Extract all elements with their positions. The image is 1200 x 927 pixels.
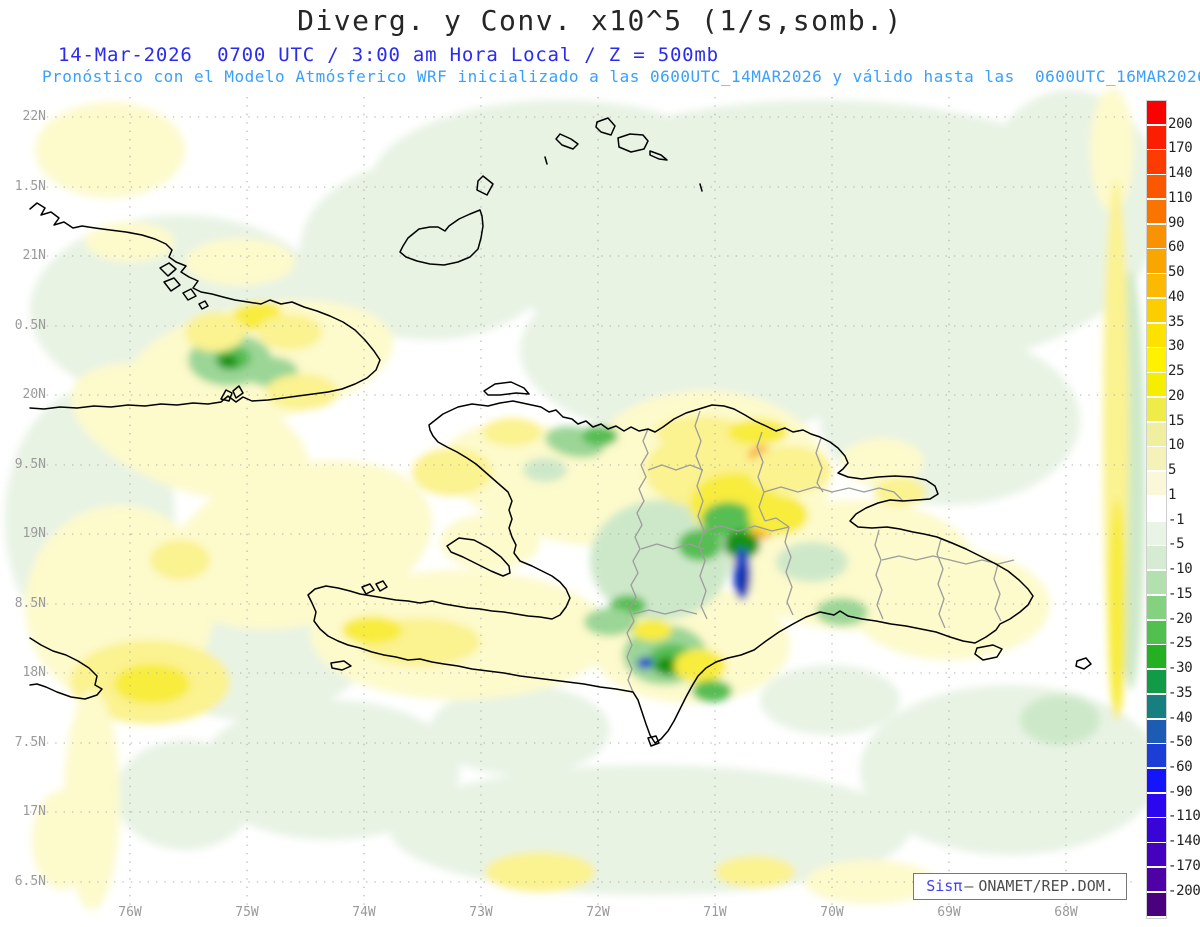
colorbar-segment: [1147, 521, 1166, 545]
colorbar-segment: [1147, 793, 1166, 817]
colorbar-segment: [1147, 867, 1166, 892]
lon-label: 70W: [820, 905, 844, 920]
colorbar: [1146, 100, 1167, 919]
colorbar-labels: 200 170 140 110 90 60 50 40 35 30 25 20 15 10 5 1 -1 -5 -1…: [1168, 0, 1200, 927]
colorbar-segment: [1147, 472, 1166, 496]
colorbar-segment: [1147, 571, 1166, 595]
colorbar-tick-label: 200: [1168, 115, 1193, 132]
colorbar-segment: [1147, 620, 1166, 644]
colorbar-tick-label: -30: [1168, 660, 1193, 677]
colorbar-segment: [1147, 199, 1166, 224]
colorbar-tick-label: -10: [1168, 561, 1193, 578]
colorbar-tick-label: 1: [1168, 486, 1177, 503]
colorbar-segment: [1147, 249, 1166, 273]
colorbar-tick-label: -35: [1168, 684, 1193, 701]
colorbar-segment: [1147, 298, 1166, 323]
colorbar-tick-label: 25: [1168, 363, 1185, 380]
colorbar-tick-label: -110: [1168, 808, 1200, 825]
colorbar-tick-label: -20: [1168, 610, 1193, 627]
credit-box: Sisπ — ONAMET/REP.DOM.: [913, 873, 1127, 900]
colorbar-segment: [1147, 768, 1166, 793]
colorbar-segment: [1147, 274, 1166, 298]
lon-label: 68W: [1054, 905, 1078, 920]
colorbar-tick-label: -15: [1168, 585, 1193, 602]
colorbar-tick-label: 110: [1168, 189, 1193, 206]
colorbar-segment: [1147, 125, 1166, 149]
colorbar-segment: [1147, 101, 1166, 125]
colorbar-tick-label: 60: [1168, 239, 1185, 256]
colorbar-tick-label: -50: [1168, 734, 1193, 751]
colorbar-tick-label: 90: [1168, 214, 1185, 231]
lon-label: 69W: [937, 905, 961, 920]
colorbar-segment: [1147, 397, 1166, 421]
colorbar-segment: [1147, 892, 1166, 916]
colorbar-segment: [1147, 422, 1166, 446]
colorbar-segment: [1147, 373, 1166, 397]
colorbar-segment: [1147, 645, 1166, 669]
colorbar-segment: [1147, 348, 1166, 372]
colorbar-tick-label: 5: [1168, 462, 1177, 479]
colorbar-tick-label: -25: [1168, 635, 1193, 652]
colorbar-segment: [1147, 150, 1166, 174]
colorbar-tick-label: -170: [1168, 857, 1200, 874]
colorbar-tick-label: -200: [1168, 882, 1200, 899]
colorbar-segment: [1147, 818, 1166, 842]
colorbar-tick-label: 10: [1168, 437, 1185, 454]
colorbar-segment: [1147, 496, 1166, 520]
lon-label: 73W: [469, 905, 493, 920]
colorbar-tick-label: -1: [1168, 511, 1185, 528]
colorbar-segment: [1147, 719, 1166, 743]
colorbar-tick-label: 20: [1168, 387, 1185, 404]
lon-label: 71W: [703, 905, 727, 920]
colorbar-tick-label: 170: [1168, 140, 1193, 157]
credit-app-name: Sisπ: [926, 877, 963, 895]
colorbar-tick-label: -90: [1168, 783, 1193, 800]
colorbar-segment: [1147, 744, 1166, 768]
colorbar-segment: [1147, 595, 1166, 619]
colorbar-segment: [1147, 175, 1166, 199]
wrf-divergence-map-page: Diverg. y Conv. x10^5 (1/s,somb.) 14-Mar…: [0, 0, 1200, 927]
colorbar-segment: [1147, 447, 1166, 471]
colorbar-tick-label: -140: [1168, 833, 1200, 850]
lon-label: 76W: [118, 905, 142, 920]
colorbar-tick-label: 15: [1168, 412, 1185, 429]
lon-label: 75W: [235, 905, 259, 920]
lon-label: 74W: [352, 905, 376, 920]
colorbar-tick-label: 140: [1168, 165, 1193, 182]
colorbar-tick-label: 40: [1168, 288, 1185, 305]
colorbar-segment: [1147, 670, 1166, 694]
lon-label: 72W: [586, 905, 610, 920]
longitude-axis: 76W 75W 74W 73W 72W 71W 70W 69W 68W: [0, 0, 1200, 927]
credit-org-name: ONAMET/REP.DOM.: [978, 877, 1114, 895]
colorbar-tick-label: -40: [1168, 709, 1193, 726]
colorbar-tick-label: -5: [1168, 536, 1185, 553]
colorbar-segment: [1147, 546, 1166, 570]
colorbar-segment: [1147, 323, 1166, 347]
colorbar-segment: [1147, 224, 1166, 248]
colorbar-tick-label: 30: [1168, 338, 1185, 355]
colorbar-segment: [1147, 694, 1166, 718]
credit-separator: —: [964, 877, 974, 895]
colorbar-tick-label: 35: [1168, 313, 1185, 330]
colorbar-segment: [1147, 843, 1166, 867]
colorbar-tick-label: -60: [1168, 758, 1193, 775]
colorbar-tick-label: 50: [1168, 264, 1185, 281]
